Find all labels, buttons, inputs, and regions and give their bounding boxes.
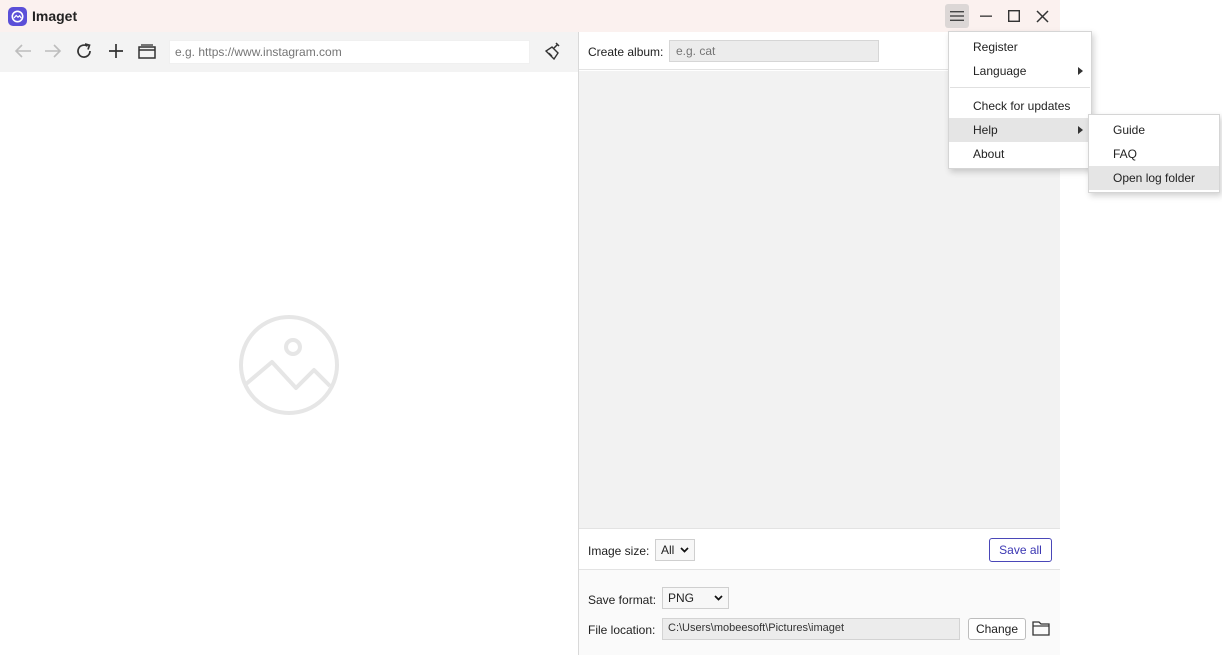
file-location-label: File location: bbox=[588, 623, 656, 637]
new-tab-button[interactable] bbox=[105, 40, 127, 62]
forward-icon bbox=[45, 44, 62, 58]
folder-icon[interactable] bbox=[1032, 619, 1050, 637]
menu-item-help[interactable]: Help bbox=[949, 118, 1091, 142]
tab-icon bbox=[138, 43, 156, 59]
change-location-button[interactable]: Change bbox=[968, 618, 1026, 640]
help-submenu: Guide FAQ Open log folder bbox=[1088, 114, 1220, 193]
app-menu: Register Language Check for updates Help… bbox=[948, 31, 1092, 169]
maximize-icon bbox=[1008, 10, 1020, 22]
menu-separator bbox=[950, 87, 1090, 88]
album-input[interactable] bbox=[669, 40, 879, 62]
clean-button[interactable] bbox=[543, 40, 565, 62]
minimize-icon bbox=[980, 15, 992, 17]
save-all-button[interactable]: Save all bbox=[989, 538, 1052, 562]
image-size-row: Image size: All Save all bbox=[579, 528, 1060, 570]
menu-item-register[interactable]: Register bbox=[949, 35, 1091, 59]
menu-item-help-label: Help bbox=[973, 123, 998, 137]
chevron-down-icon bbox=[714, 595, 723, 601]
image-size-value: All bbox=[661, 543, 675, 557]
image-size-label: Image size: bbox=[588, 544, 650, 558]
browser-pane bbox=[0, 32, 578, 655]
maximize-button[interactable] bbox=[1002, 4, 1026, 28]
plus-icon bbox=[109, 44, 123, 58]
title-bar: Imaget bbox=[0, 0, 1060, 32]
tabs-button[interactable] bbox=[136, 40, 158, 62]
menu-item-language[interactable]: Language bbox=[949, 59, 1091, 83]
url-input[interactable] bbox=[169, 40, 530, 64]
image-placeholder-icon bbox=[239, 315, 339, 415]
app-title: Imaget bbox=[32, 8, 78, 24]
clean-icon bbox=[545, 42, 560, 60]
back-icon bbox=[14, 44, 31, 58]
submenu-item-open-log-folder[interactable]: Open log folder bbox=[1089, 166, 1219, 190]
browser-toolbar bbox=[0, 32, 578, 72]
hamburger-icon bbox=[950, 11, 964, 21]
submenu-item-guide[interactable]: Guide bbox=[1089, 118, 1219, 142]
menu-item-about[interactable]: About bbox=[949, 142, 1091, 166]
menu-item-check-updates[interactable]: Check for updates bbox=[949, 94, 1091, 118]
file-location-field[interactable]: C:\Users\mobeesoft\Pictures\imaget bbox=[662, 618, 960, 640]
forward-button[interactable] bbox=[42, 40, 64, 62]
save-format-select[interactable]: PNG bbox=[662, 587, 729, 609]
minimize-button[interactable] bbox=[974, 4, 998, 28]
image-size-select[interactable]: All bbox=[655, 539, 695, 561]
back-button[interactable] bbox=[12, 40, 34, 62]
hamburger-menu-button[interactable] bbox=[945, 4, 969, 28]
save-format-label: Save format: bbox=[588, 593, 657, 607]
app-window: Imaget e.g. https://www.instagram.com Cr… bbox=[0, 0, 1060, 655]
close-icon bbox=[1035, 9, 1049, 23]
save-settings: Save format: PNG File location: C:\Users… bbox=[579, 570, 1060, 655]
submenu-item-faq[interactable]: FAQ bbox=[1089, 142, 1219, 166]
submenu-arrow-icon bbox=[1078, 67, 1083, 75]
reload-button[interactable] bbox=[73, 40, 95, 62]
album-label: Create album: bbox=[588, 45, 664, 59]
app-logo-icon bbox=[8, 7, 27, 26]
chevron-down-icon bbox=[680, 547, 689, 553]
close-button[interactable] bbox=[1030, 4, 1054, 28]
reload-icon bbox=[77, 43, 91, 58]
submenu-arrow-icon bbox=[1078, 126, 1083, 134]
save-format-value: PNG bbox=[668, 591, 695, 605]
menu-item-language-label: Language bbox=[973, 64, 1027, 78]
